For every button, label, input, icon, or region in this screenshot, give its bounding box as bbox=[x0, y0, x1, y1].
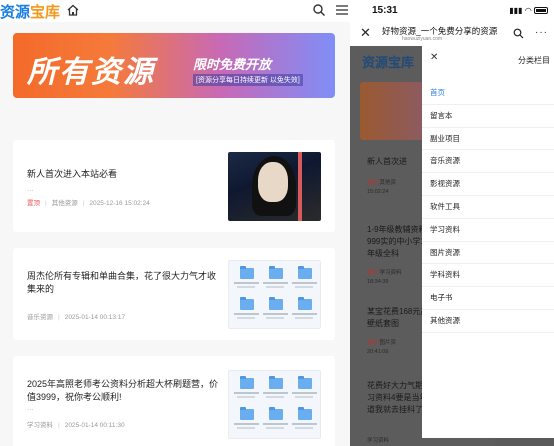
background-post-meta: 置顶 学习资料 bbox=[367, 270, 402, 276]
drawer-item-video[interactable]: 影视资源 bbox=[422, 173, 554, 196]
close-icon[interactable]: ✕ bbox=[360, 25, 371, 41]
background-post-date: 20:41:06 bbox=[367, 349, 389, 355]
banner-big-text: 所有资源 bbox=[27, 56, 155, 89]
post-card[interactable]: 周杰伦所有专辑和单曲合集，花了很大力气才收集来的 音乐资源 | 2025-01-14… bbox=[13, 248, 335, 340]
drawer-item-software[interactable]: 软件工具 bbox=[422, 196, 554, 219]
post-meta: 置顶 | 其他资源 | 2025-12-16 15:02:24 bbox=[27, 200, 150, 207]
drawer-item-guestbook[interactable]: 留言本 bbox=[422, 105, 554, 128]
drawer-category-list: 首页 留言本 副业项目 音乐资源 影视资源 软件工具 学习资料 图片资源 学科资… bbox=[422, 82, 554, 333]
drawer-item-images[interactable]: 图片资源 bbox=[422, 242, 554, 265]
folder-icon bbox=[263, 297, 288, 324]
folder-icon bbox=[263, 407, 288, 434]
menu-icon[interactable] bbox=[336, 3, 348, 17]
browser-page-url: haowuziyuan.com bbox=[402, 36, 443, 42]
banner-headline: 限时免费开放 bbox=[193, 57, 272, 72]
site-logo[interactable]: 资源宝库 bbox=[0, 1, 60, 22]
drawer-item-home[interactable]: 首页 bbox=[422, 82, 554, 105]
category-drawer: ✕ 分类栏目 首页 留言本 副业项目 音乐资源 影视资源 软件工具 学习资料 图… bbox=[422, 46, 554, 438]
post-card[interactable]: 2025年高照老师考公资料分析超大杯刷题营，价值3999，祝你考公顺利! ...… bbox=[13, 356, 335, 446]
pinned-tag: 置顶 bbox=[27, 200, 40, 207]
background-post-meta: 学习资料 bbox=[367, 438, 390, 444]
banner-subline: [资源分享每日持续更新 以免失效] bbox=[193, 74, 303, 86]
drawer-item-music[interactable]: 音乐资源 bbox=[422, 150, 554, 174]
post-title[interactable]: 2025年高照老师考公资料分析超大杯刷题营，价值3999，祝你考公顺利! bbox=[27, 378, 219, 404]
post-excerpt: ... bbox=[27, 403, 34, 412]
battery-icon bbox=[534, 7, 548, 15]
drawer-item-ebooks[interactable]: 电子书 bbox=[422, 287, 554, 310]
post-thumbnail[interactable] bbox=[228, 370, 321, 439]
post-date: 2025-01-14 00:11:30 bbox=[64, 422, 125, 429]
desktop-site-view: 资源宝库 所有资源 限时免费开放 [资源分享每日持续更新 以免失效] 新人首次进… bbox=[0, 0, 350, 446]
drawer-title: 分类栏目 bbox=[518, 56, 550, 65]
post-thumbnail[interactable] bbox=[228, 260, 321, 329]
post-meta: 音乐资源 | 2025-01-14 00:13:17 bbox=[27, 314, 126, 321]
wifi-icon: ◠ bbox=[524, 6, 532, 15]
folder-icon bbox=[234, 266, 259, 293]
drawer-item-subjects[interactable]: 学科资料 bbox=[422, 264, 554, 288]
post-meta: 学习资料 | 2025-01-14 00:11:30 bbox=[27, 422, 125, 429]
promo-banner[interactable]: 所有资源 限时免费开放 [资源分享每日持续更新 以免失效] bbox=[13, 33, 335, 98]
folder-icon bbox=[263, 266, 288, 293]
folder-icon bbox=[234, 297, 259, 324]
close-icon[interactable]: ✕ bbox=[430, 52, 438, 63]
browser-title-bar: ✕ 好物资源_一个免费分享的资源 haowuziyuan.com ··· bbox=[350, 22, 554, 46]
post-title[interactable]: 周杰伦所有专辑和单曲合集，花了很大力气才收集来的 bbox=[27, 270, 217, 296]
home-icon[interactable] bbox=[66, 3, 80, 17]
background-post-date: 18:34:39 bbox=[367, 279, 389, 285]
drawer-item-study[interactable]: 学习资料 bbox=[422, 219, 554, 242]
folder-icon bbox=[292, 376, 317, 403]
post-title[interactable]: 新人首次进入本站必看 bbox=[27, 168, 117, 181]
folder-icon bbox=[292, 266, 317, 293]
drawer-item-other[interactable]: 其他资源 bbox=[422, 310, 554, 333]
post-thumbnail[interactable] bbox=[228, 152, 321, 221]
signal-icon: ▮▮▮ bbox=[509, 6, 523, 15]
background-post-meta: 置顶 其他资 bbox=[367, 180, 397, 186]
search-icon[interactable] bbox=[312, 3, 326, 17]
background-post-date: 15:02:24 bbox=[367, 189, 389, 195]
post-date: 2025-01-14 00:13:17 bbox=[64, 314, 126, 321]
folder-icon bbox=[263, 376, 288, 403]
search-icon[interactable] bbox=[513, 28, 524, 39]
status-bar: 15:31 ▮▮▮ ◠ bbox=[350, 0, 554, 22]
status-time: 15:31 bbox=[372, 5, 398, 16]
background-post-title: 新人首次进 bbox=[367, 157, 407, 166]
drawer-item-side-projects[interactable]: 副业项目 bbox=[422, 128, 554, 151]
folder-icon bbox=[234, 376, 259, 403]
top-navigation-bar: 资源宝库 bbox=[0, 0, 350, 22]
post-date: 2025-12-16 15:02:24 bbox=[89, 200, 150, 207]
post-category[interactable]: 音乐资源 bbox=[27, 314, 53, 321]
folder-icon bbox=[234, 407, 259, 434]
post-excerpt: ... bbox=[27, 184, 34, 193]
home-indicator bbox=[494, 438, 554, 446]
post-category[interactable]: 其他资源 bbox=[52, 200, 78, 207]
post-card[interactable]: 新人首次进入本站必看 ... 置顶 | 其他资源 | 2025-12-16 15:02:… bbox=[13, 140, 335, 232]
folder-icon bbox=[292, 297, 317, 324]
more-options-icon[interactable]: ··· bbox=[535, 27, 548, 38]
folder-icon bbox=[292, 407, 317, 434]
post-category[interactable]: 学习资料 bbox=[27, 422, 53, 429]
background-post-meta: 置顶 图片资 bbox=[367, 340, 397, 346]
status-icons: ▮▮▮ ◠ bbox=[509, 6, 548, 15]
site-logo: 资源宝库 bbox=[362, 55, 415, 70]
